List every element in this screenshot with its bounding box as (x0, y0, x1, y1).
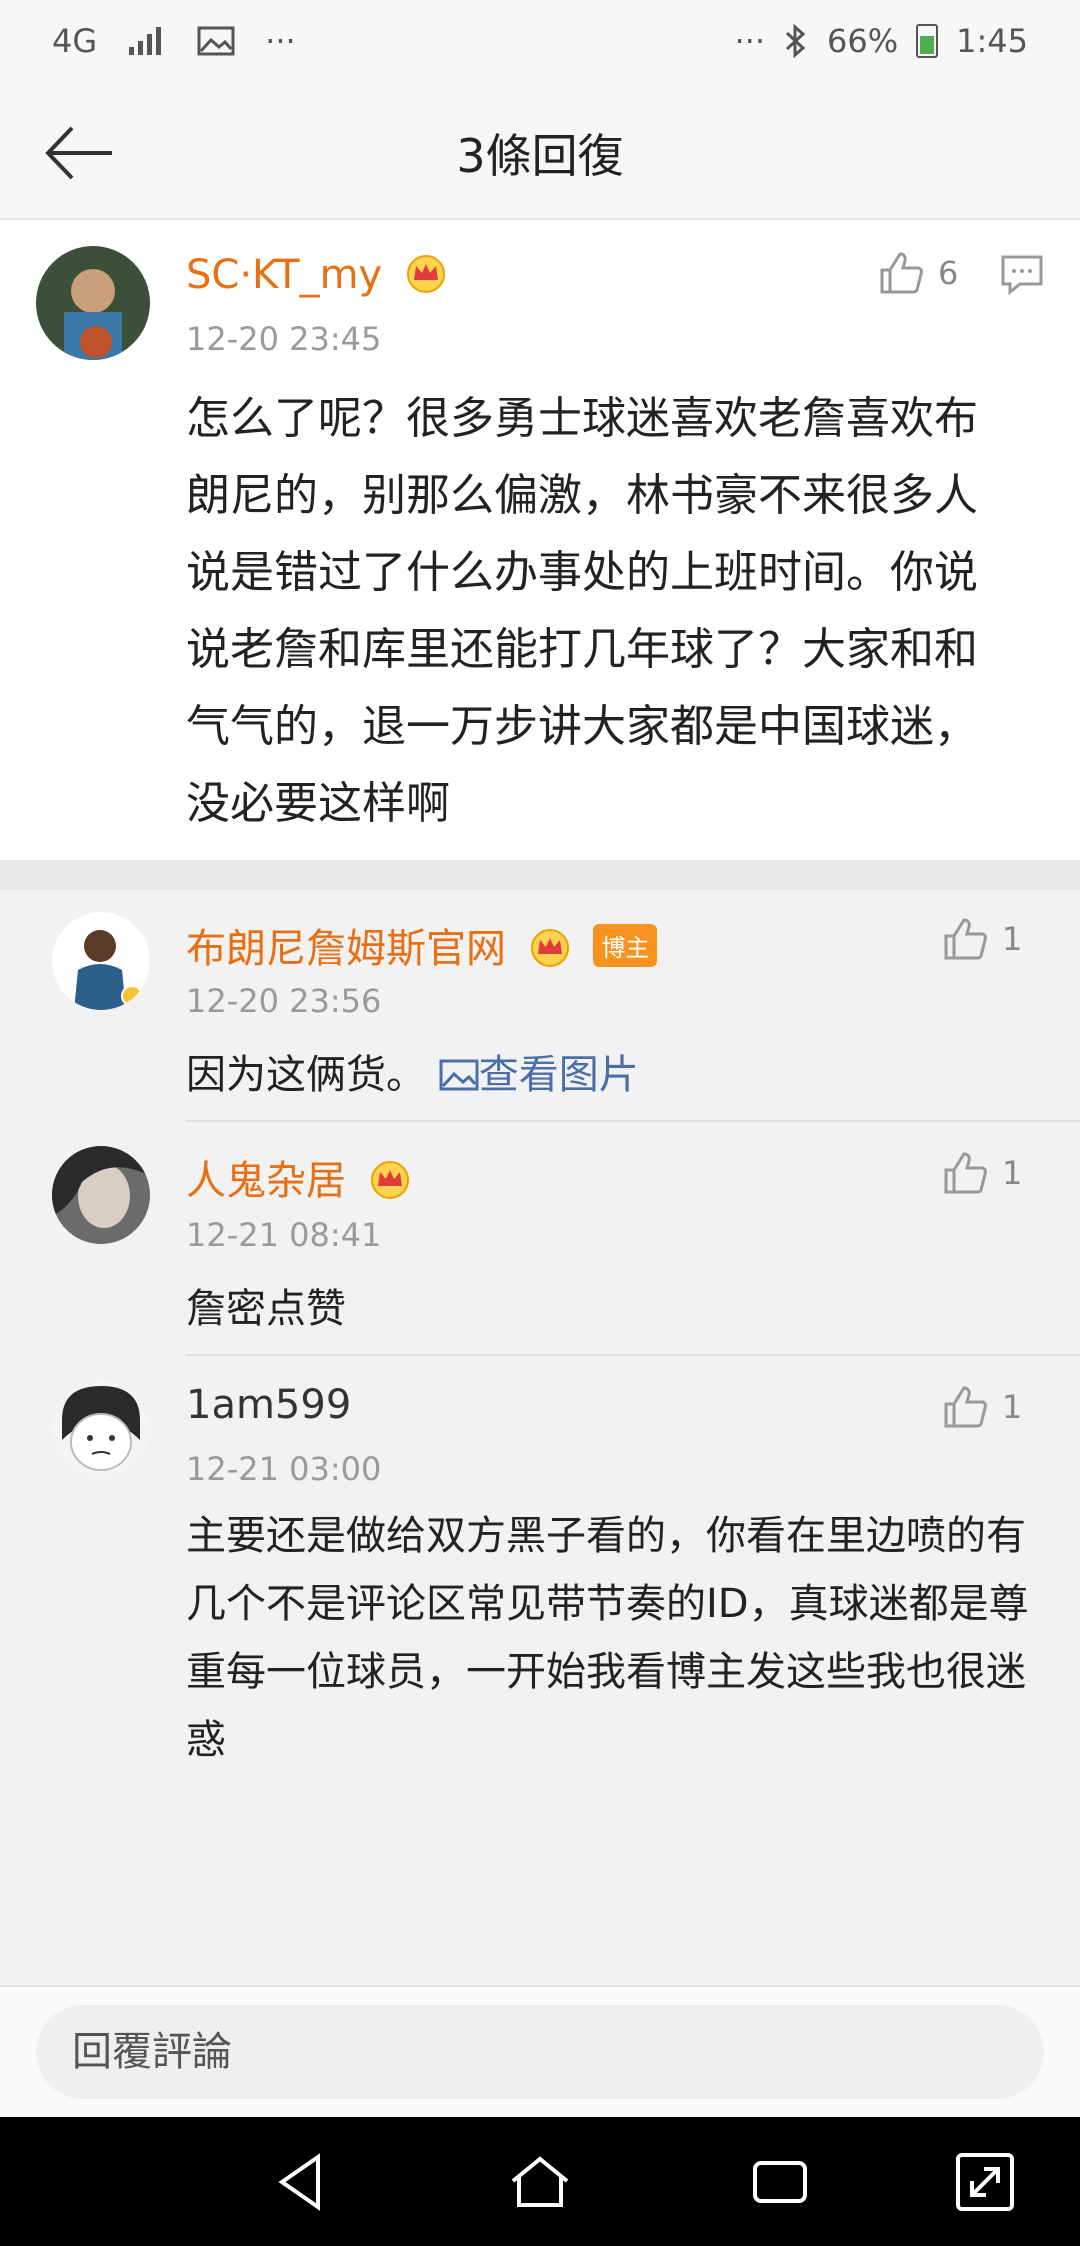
thumbs-up-icon (944, 918, 987, 960)
more-status: ··· (734, 22, 766, 60)
like-button[interactable]: 1 (942, 1384, 1022, 1430)
reply-input[interactable]: 回覆評論 (36, 2005, 1044, 2099)
status-bar: 4G ··· ··· 66% 1:45 (0, 0, 1080, 90)
avatar[interactable] (52, 912, 150, 1010)
like-button[interactable]: 1 (942, 1150, 1022, 1196)
expand-icon[interactable] (950, 2147, 1020, 2217)
comment-text: 因为这俩货。 查看图片 (186, 1052, 639, 1098)
back-icon[interactable] (268, 2147, 338, 2217)
clock: 1:45 (956, 22, 1028, 60)
reply-bar: 回覆評論 (0, 1985, 1080, 2119)
crown-icon (406, 255, 445, 293)
comment-text: 詹密点赞 (186, 1286, 346, 1332)
divider (186, 1354, 1080, 1356)
thumbs-up-icon (944, 1152, 987, 1194)
home-icon[interactable] (505, 2147, 575, 2217)
reply-list: 布朗尼詹姆斯官网 博主 12-20 23:56 1 因为这俩货。 查看图片 人鬼… (0, 890, 1080, 1985)
signal-icon (129, 27, 162, 55)
image-icon (197, 26, 235, 56)
comment-text: 主要还是做给双方黑子看的，你看在里边喷的有几个不是评论区常见带节奏的ID，真球迷… (186, 1513, 1029, 1763)
main-comment: SC·KT_my 12-20 23:45 6 怎么了呢？很多勇士球迷喜欢老詹喜欢… (0, 220, 1080, 860)
username[interactable]: 1am599 (186, 1382, 351, 1428)
comment-text: 怎么了呢？很多勇士球迷喜欢老詹喜欢布朗尼的，别那么偏激，林书豪不来很多人说是错过… (186, 393, 978, 829)
username[interactable]: SC·KT_my (186, 252, 447, 298)
avatar[interactable] (36, 246, 150, 360)
like-count: 6 (938, 254, 959, 292)
comment-time: 12-20 23:56 (186, 982, 382, 1020)
comment-icon[interactable] (1000, 254, 1044, 296)
username[interactable]: 布朗尼詹姆斯官网 博主 (186, 916, 658, 974)
view-image-link[interactable]: 查看图片 (439, 1052, 639, 1098)
battery-percent: 66% (827, 22, 899, 60)
thumbs-up-icon (944, 1386, 987, 1428)
like-count: 1 (1002, 1388, 1023, 1426)
top-bar: 3條回復 (0, 90, 1080, 220)
avatar[interactable] (52, 1146, 150, 1244)
like-count: 1 (1002, 920, 1023, 958)
crown-icon (530, 929, 569, 967)
battery-icon (916, 24, 939, 58)
network-indicator: 4G (52, 22, 98, 60)
avatar[interactable] (52, 1380, 150, 1478)
section-divider (0, 860, 1080, 890)
more-notifications: ··· (265, 22, 296, 60)
like-button[interactable]: 6 (878, 250, 958, 296)
comment-time: 12-21 08:41 (186, 1216, 382, 1254)
page-title: 3條回復 (456, 129, 624, 183)
comment-time: 12-20 23:45 (186, 320, 382, 358)
crown-icon (370, 1161, 409, 1199)
thumbs-up-icon (880, 252, 923, 294)
like-count: 1 (1002, 1154, 1023, 1192)
bluetooth-icon (785, 24, 806, 58)
image-icon (439, 1059, 479, 1091)
comment-time: 12-21 03:00 (186, 1450, 382, 1488)
divider (186, 1120, 1080, 1122)
blogger-badge: 博主 (593, 924, 658, 967)
username[interactable]: 人鬼杂居 (186, 1148, 411, 1206)
recents-icon[interactable] (745, 2147, 815, 2217)
like-button[interactable]: 1 (942, 916, 1022, 962)
navigation-bar (0, 2117, 1080, 2246)
